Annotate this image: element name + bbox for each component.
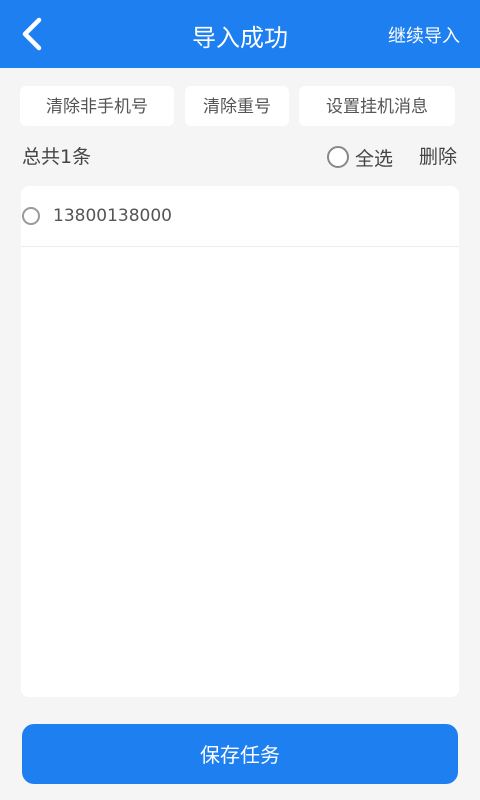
clear-non-mobile-button[interactable]: 清除非手机号: [20, 86, 174, 126]
delete-button[interactable]: 删除: [419, 140, 457, 174]
action-bar: 清除非手机号 清除重号 设置挂机消息: [0, 86, 480, 126]
phone-number: 13800138000: [53, 206, 172, 226]
summary-bar: 总共1条 全选 删除: [0, 140, 480, 174]
save-task-button[interactable]: 保存任务: [22, 724, 458, 784]
phone-list: 13800138000: [21, 186, 459, 697]
continue-import-button[interactable]: 继续导入: [388, 0, 460, 68]
clear-duplicates-button[interactable]: 清除重号: [185, 86, 289, 126]
set-hangup-message-button[interactable]: 设置挂机消息: [299, 86, 455, 126]
back-button[interactable]: [14, 14, 50, 54]
radio-unchecked-icon[interactable]: [327, 146, 349, 168]
select-all-label: 全选: [355, 147, 394, 170]
list-item[interactable]: 13800138000: [21, 186, 459, 247]
select-all-toggle[interactable]: 全选: [327, 142, 393, 172]
chevron-left-icon: [22, 17, 42, 51]
radio-unchecked-icon[interactable]: [22, 207, 40, 225]
total-count: 总共1条: [22, 146, 92, 168]
header-bar: 导入成功 继续导入: [0, 0, 480, 68]
